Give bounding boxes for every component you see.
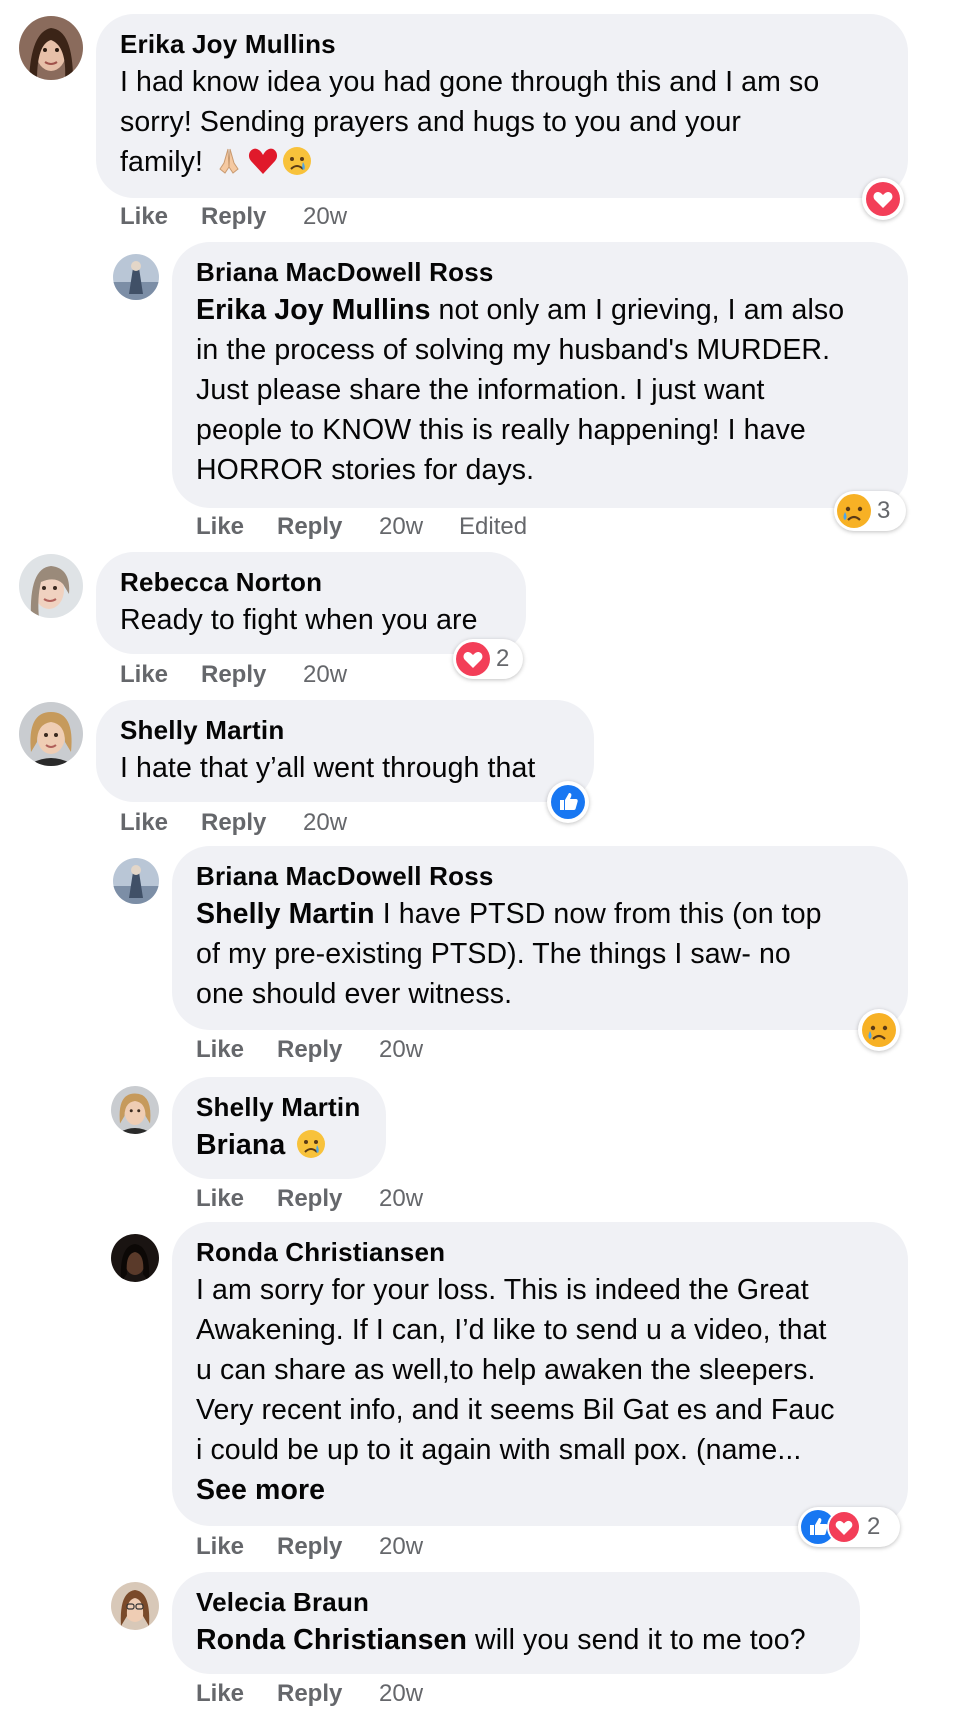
- comment-timestamp[interactable]: 20w: [379, 512, 423, 542]
- love-reaction-icon: [456, 642, 490, 676]
- love-reaction-icon: [827, 1510, 861, 1544]
- comment-author[interactable]: Ronda Christiansen: [196, 1236, 884, 1268]
- love-reaction-icon: [866, 182, 900, 216]
- comment-author[interactable]: Briana MacDowell Ross: [196, 256, 884, 288]
- comment-text: Erika Joy Mullins not only am I grieving…: [196, 294, 845, 486]
- like-button[interactable]: Like: [196, 512, 244, 542]
- mention-link[interactable]: Briana: [196, 1129, 285, 1161]
- reaction-summary[interactable]: 2: [453, 639, 523, 679]
- reply-button[interactable]: Reply: [201, 808, 266, 838]
- comment-text: I am sorry for your loss. This is indeed…: [196, 1270, 884, 1510]
- comment-bubble: Shelly Martin Briana: [172, 1077, 386, 1179]
- comment-text: Ready to fight when you are: [120, 604, 478, 636]
- avatar[interactable]: [19, 702, 83, 766]
- mention-link[interactable]: Shelly Martin: [196, 898, 375, 930]
- comment-timestamp[interactable]: 20w: [379, 1532, 423, 1562]
- reply-button[interactable]: Reply: [277, 1184, 342, 1214]
- comment-bubble: Erika Joy Mullins I had know idea you ha…: [96, 14, 908, 198]
- reply-button[interactable]: Reply: [277, 1035, 342, 1065]
- comment-timestamp[interactable]: 20w: [379, 1679, 423, 1709]
- like-button[interactable]: Like: [120, 202, 168, 232]
- folded-hands-emoji: [213, 145, 245, 177]
- like-reaction-icon: [551, 785, 585, 819]
- sad-reaction-icon: [862, 1013, 896, 1047]
- edited-label[interactable]: Edited: [459, 512, 527, 542]
- comment-author[interactable]: Rebecca Norton: [120, 566, 502, 598]
- avatar[interactable]: [113, 858, 159, 904]
- comment-author[interactable]: Erika Joy Mullins: [120, 28, 884, 60]
- reaction-summary[interactable]: 2: [798, 1507, 900, 1547]
- reaction-summary[interactable]: [547, 781, 589, 823]
- comment-text: Briana: [196, 1125, 362, 1165]
- comment-timestamp[interactable]: 20w: [303, 808, 347, 838]
- like-button[interactable]: Like: [196, 1184, 244, 1214]
- reply-button[interactable]: Reply: [277, 1532, 342, 1562]
- comment-author[interactable]: Briana MacDowell Ross: [196, 860, 884, 892]
- comment-bubble: Ronda Christiansen I am sorry for your l…: [172, 1222, 908, 1526]
- comment-author[interactable]: Shelly Martin: [196, 1091, 362, 1123]
- reply-button[interactable]: Reply: [201, 660, 266, 690]
- like-button[interactable]: Like: [196, 1035, 244, 1065]
- reaction-summary[interactable]: [862, 178, 904, 220]
- crying-face-emoji: [281, 145, 313, 177]
- reaction-count: 2: [496, 645, 510, 672]
- reply-button[interactable]: Reply: [277, 1679, 342, 1709]
- comment-bubble: Shelly Martin I hate that y’all went thr…: [96, 700, 594, 802]
- comment-author[interactable]: Velecia Braun: [196, 1586, 836, 1618]
- like-button[interactable]: Like: [196, 1679, 244, 1709]
- comment-bubble: Briana MacDowell Ross Shelly Martin I ha…: [172, 846, 908, 1030]
- comment-bubble: Velecia Braun Ronda Christiansen will yo…: [172, 1572, 860, 1674]
- crying-face-emoji: [295, 1128, 327, 1160]
- comment-author[interactable]: Shelly Martin: [120, 714, 570, 746]
- avatar[interactable]: [111, 1234, 159, 1282]
- like-button[interactable]: Like: [120, 808, 168, 838]
- comment-text: I hate that y’all went through that: [120, 752, 536, 784]
- avatar[interactable]: [19, 554, 83, 618]
- see-more-link[interactable]: See more: [196, 1470, 884, 1510]
- comment-bubble: Briana MacDowell Ross Erika Joy Mullins …: [172, 242, 908, 508]
- avatar[interactable]: [19, 16, 83, 80]
- avatar[interactable]: [111, 1582, 159, 1630]
- comment-timestamp[interactable]: 20w: [379, 1184, 423, 1214]
- red-heart-emoji: [247, 145, 279, 177]
- sad-reaction-icon: [837, 494, 871, 528]
- comment-text: Shelly Martin I have PTSD now from this …: [196, 898, 822, 1010]
- reply-button[interactable]: Reply: [277, 512, 342, 542]
- comment-timestamp[interactable]: 20w: [303, 202, 347, 232]
- comment-text: I had know idea you had gone through thi…: [120, 66, 820, 178]
- reaction-summary[interactable]: 3: [834, 491, 906, 531]
- comment-bubble: Rebecca Norton Ready to fight when you a…: [96, 552, 526, 654]
- reaction-summary[interactable]: [858, 1009, 900, 1051]
- avatar[interactable]: [113, 254, 159, 300]
- mention-link[interactable]: Erika Joy Mullins: [196, 294, 431, 326]
- reaction-count: 2: [867, 1513, 881, 1540]
- comment-timestamp[interactable]: 20w: [303, 660, 347, 690]
- like-button[interactable]: Like: [120, 660, 168, 690]
- comment-text: Ronda Christiansen will you send it to m…: [196, 1624, 806, 1656]
- reaction-count: 3: [877, 497, 891, 524]
- like-button[interactable]: Like: [196, 1532, 244, 1562]
- reply-button[interactable]: Reply: [201, 202, 266, 232]
- mention-link[interactable]: Ronda Christiansen: [196, 1624, 467, 1656]
- comment-timestamp[interactable]: 20w: [379, 1035, 423, 1065]
- avatar[interactable]: [111, 1086, 159, 1134]
